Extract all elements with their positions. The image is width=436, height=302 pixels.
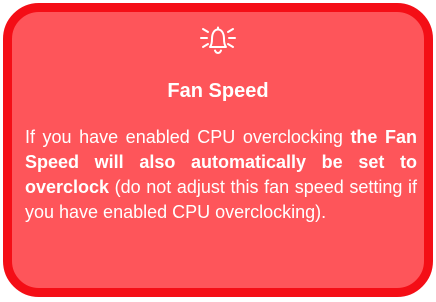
callout-body: If you have enabled CPU overclocking the… — [25, 125, 417, 225]
notice-callout: Fan Speed If you have enabled CPU overcl… — [3, 3, 433, 297]
bell-alert-icon — [198, 20, 238, 58]
body-intro: If you have enabled CPU overclocking — [25, 127, 351, 147]
callout-title: Fan Speed — [167, 80, 269, 102]
